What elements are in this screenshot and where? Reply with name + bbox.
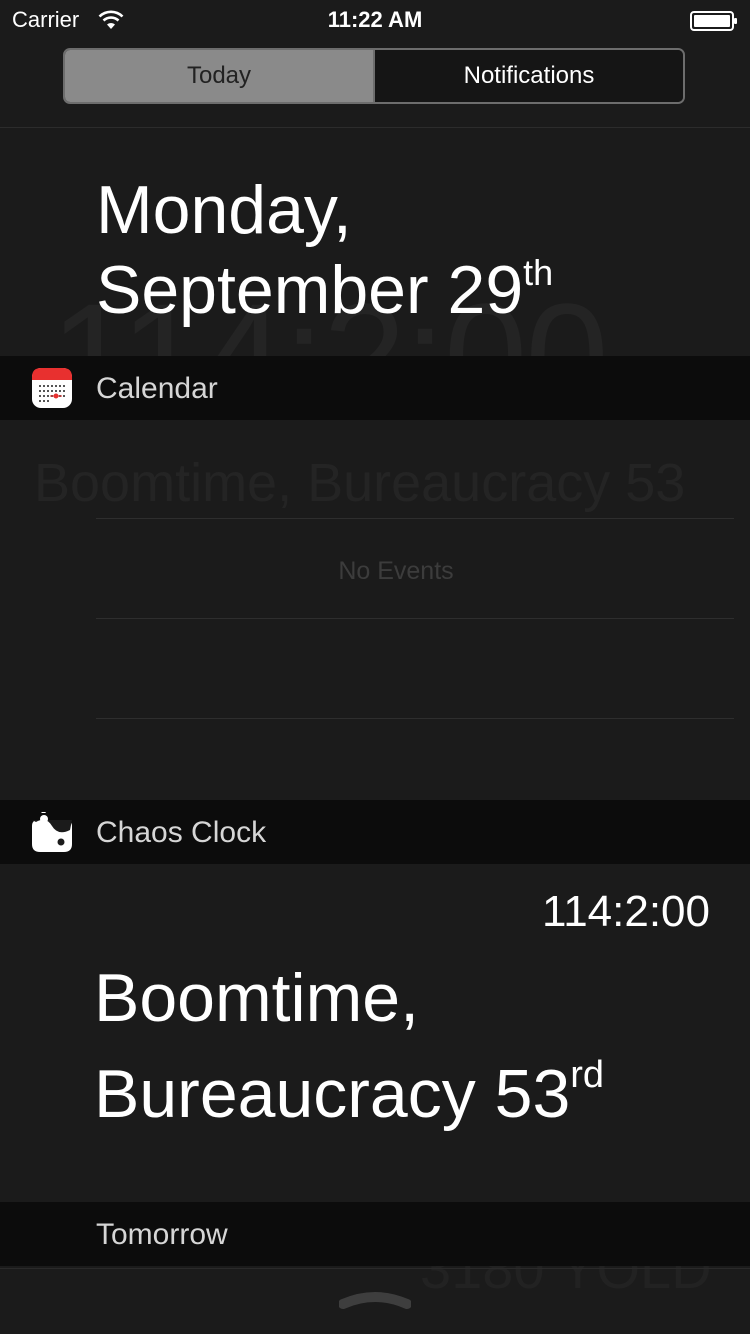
chaos-clock-app-icon [32, 812, 72, 852]
chaos-clock-date: Boomtime, Bureaucracy 53rd [94, 950, 604, 1142]
date-weekday: Monday, [96, 172, 352, 248]
tomorrow-section-header[interactable]: Tomorrow [0, 1202, 750, 1266]
today-notifications-segmented-control: Today Notifications [63, 48, 685, 104]
calendar-row-divider [96, 718, 734, 719]
calendar-section-title: Calendar [96, 372, 218, 405]
tab-notifications[interactable]: Notifications [373, 50, 683, 102]
chaos-season-day: Boomtime, [94, 960, 419, 1036]
status-time: 11:22 AM [327, 7, 423, 32]
date-month-day: September 29th [96, 250, 553, 330]
chaos-clock-section-header[interactable]: Chaos Clock [0, 800, 750, 864]
background-date-ghost: Boomtime, Bureaucracy 53 [34, 453, 686, 513]
date-ordinal-suffix: th [523, 252, 554, 293]
calendar-row-divider [96, 618, 734, 619]
status-bar: Carrier 11:22 AM [0, 0, 750, 40]
calendar-section-header[interactable]: Calendar [0, 356, 750, 420]
chaos-season-date: Bureaucracy 53rd [94, 1046, 604, 1142]
date-month-day-text: September 29 [96, 252, 524, 328]
chaos-clock-time: 114:2:00 [541, 887, 710, 936]
tomorrow-section-title: Tomorrow [96, 1218, 228, 1251]
chaos-clock-section-title: Chaos Clock [96, 816, 267, 849]
notification-center: 114:2:00 Boomtime, Bureaucracy 53 3180 Y… [0, 0, 750, 1334]
chaos-season-date-text: Bureaucracy 53 [94, 1056, 571, 1132]
calendar-row-divider [96, 518, 734, 519]
close-grabber-handle[interactable] [339, 1288, 411, 1312]
calendar-app-icon [32, 368, 72, 408]
divider [0, 1268, 750, 1269]
no-events-label: No Events [338, 557, 454, 585]
chaos-ordinal-suffix: rd [570, 1054, 605, 1096]
date-header: Monday, September 29th [96, 170, 553, 330]
tab-today[interactable]: Today [65, 50, 373, 102]
divider [0, 127, 750, 128]
battery-icon [690, 11, 737, 31]
